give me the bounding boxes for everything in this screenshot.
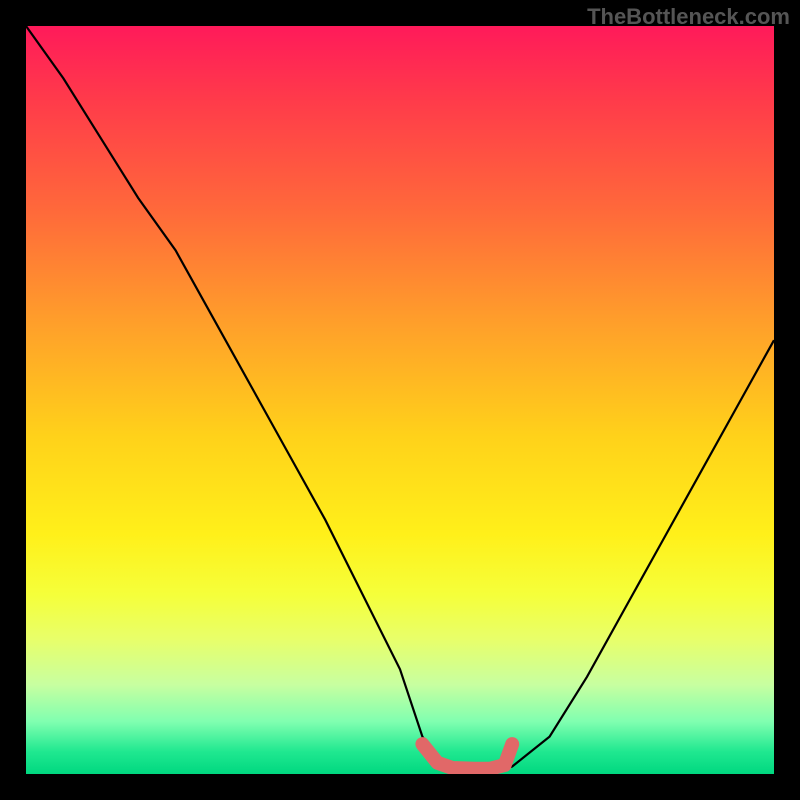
chart-svg <box>26 26 774 774</box>
optimal-zone-marker-line <box>422 744 512 769</box>
chart-plot-area <box>26 26 774 774</box>
bottleneck-curve-line <box>26 26 774 774</box>
watermark-text: TheBottleneck.com <box>587 4 790 30</box>
